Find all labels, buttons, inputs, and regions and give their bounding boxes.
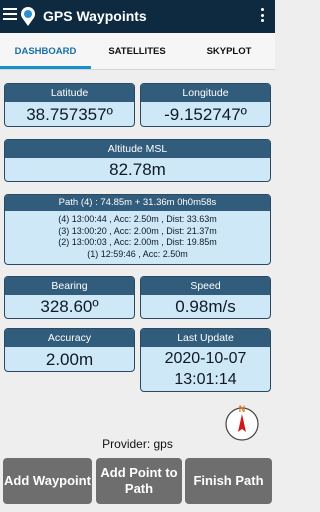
accuracy-label: Accuracy — [5, 329, 134, 347]
path-point: (3) 13:00:20 , Acc: 2.00m , Dist: 21.37m — [58, 225, 217, 236]
finish-path-button[interactable]: Finish Path — [185, 458, 272, 504]
path-point-list: (4) 13:00:44 , Acc: 2.50m , Dist: 33.63m… — [5, 211, 270, 260]
bearing-value: 328.60º — [40, 297, 99, 316]
last-update-value: 2020-10-07 13:01:14 — [141, 347, 270, 390]
speed-card: Speed 0.98m/s — [140, 276, 271, 319]
last-update-date: 2020-10-07 — [164, 350, 247, 367]
altitude-label: Altitude MSL — [5, 140, 270, 158]
longitude-label: Longitude — [141, 84, 270, 102]
overflow-menu-icon[interactable] — [261, 8, 265, 24]
app-bar: GPS Waypoints — [0, 0, 275, 33]
longitude-card: Longitude -9.152747º — [140, 83, 271, 127]
last-update-label: Last Update — [141, 329, 270, 347]
compass-north-label: N — [239, 404, 246, 414]
accuracy-card: Accuracy 2.00m — [4, 328, 135, 372]
latitude-label: Latitude — [5, 84, 134, 102]
last-update-card: Last Update 2020-10-07 13:01:14 — [140, 328, 271, 392]
app-logo-icon — [21, 7, 35, 26]
app-title: GPS Waypoints — [43, 8, 147, 24]
menu-icon[interactable] — [3, 8, 17, 20]
altitude-value: 82.78m — [109, 160, 166, 179]
bearing-card: Bearing 328.60º — [4, 276, 135, 319]
path-point: (4) 13:00:44 , Acc: 2.50m , Dist: 33.63m — [58, 214, 217, 224]
latitude-value: 38.757357º — [26, 105, 113, 124]
accuracy-value: 2.00m — [45, 350, 94, 369]
tab-dashboard[interactable]: DASHBOARD — [0, 33, 91, 70]
longitude-value: -9.152747º — [164, 105, 247, 124]
add-point-to-path-button[interactable]: Add Point to Path — [96, 458, 182, 504]
tab-satellites[interactable]: SATELLITES — [91, 33, 183, 70]
path-point: (2) 13:00:03 , Acc: 2.00m , Dist: 19.85m — [58, 237, 217, 247]
bearing-label: Bearing — [5, 277, 134, 295]
add-waypoint-button[interactable]: Add Waypoint — [3, 458, 92, 504]
provider-text: Provider: gps — [102, 437, 173, 451]
speed-value: 0.98m/s — [175, 297, 236, 316]
tab-skyplot[interactable]: SKYPLOT — [183, 33, 275, 70]
path-point: (1) 12:59:46 , Acc: 2.50m — [87, 248, 188, 259]
speed-label: Speed — [141, 277, 270, 295]
latitude-card: Latitude 38.757357º — [4, 83, 135, 127]
altitude-card: Altitude MSL 82.78m — [4, 139, 271, 182]
path-header: Path (4) : 74.85m + 31.36m 0h0m58s — [5, 195, 270, 211]
path-card: Path (4) : 74.85m + 31.36m 0h0m58s (4) 1… — [4, 194, 271, 265]
active-tab-indicator — [0, 66, 91, 69]
last-update-time: 13:01:14 — [174, 371, 237, 388]
tab-bar: DASHBOARD SATELLITES SKYPLOT — [0, 33, 275, 70]
